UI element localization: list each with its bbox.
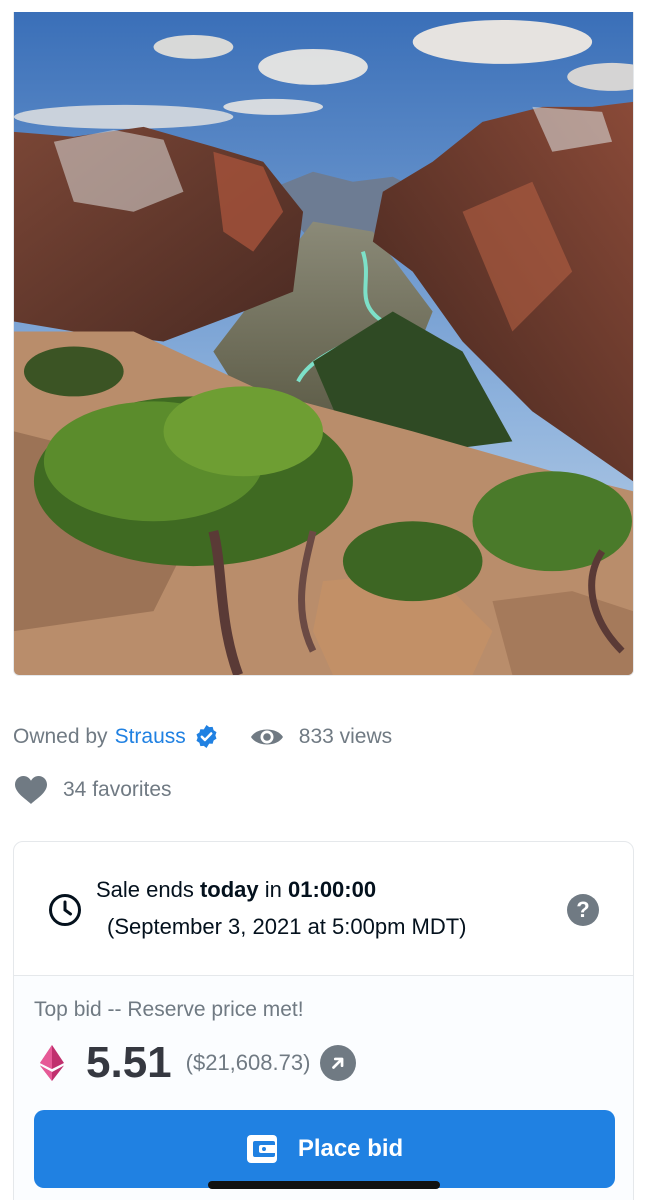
ethereum-icon bbox=[40, 1045, 64, 1081]
place-bid-label: Place bid bbox=[297, 1135, 404, 1162]
bid-price: 5.51 bbox=[86, 1038, 172, 1087]
home-indicator bbox=[208, 1181, 440, 1189]
place-bid-button[interactable]: Place bid bbox=[34, 1110, 615, 1188]
sale-today: today bbox=[199, 877, 259, 902]
sale-panel: Sale ends today in 01:00:00 (September 3… bbox=[13, 841, 634, 1200]
external-link-icon[interactable] bbox=[320, 1045, 357, 1081]
owned-by-label: Owned by bbox=[13, 724, 108, 748]
price-row: 5.51 ($21,608.73) bbox=[40, 1038, 357, 1088]
bid-price-usd: ($21,608.73) bbox=[185, 1050, 311, 1075]
verified-badge-icon bbox=[194, 724, 219, 749]
owner-link[interactable]: Strauss bbox=[115, 725, 186, 749]
clock-icon bbox=[49, 894, 81, 926]
top-bid-label: Top bid -- Reserve price met! bbox=[34, 998, 304, 1021]
help-icon[interactable]: ? bbox=[567, 894, 599, 926]
favorites-row[interactable]: 34 favorites bbox=[14, 775, 172, 805]
favorites-label: 34 favorites bbox=[63, 778, 172, 801]
eye-icon bbox=[250, 729, 283, 744]
views-count: 833 views bbox=[249, 725, 392, 749]
canyon-landscape-image bbox=[14, 12, 633, 675]
heart-icon[interactable] bbox=[14, 775, 48, 805]
nft-artwork[interactable] bbox=[13, 12, 634, 676]
wallet-icon bbox=[246, 1135, 277, 1163]
sale-ends-text: Sale ends today in 01:00:00 bbox=[96, 877, 377, 902]
countdown-timer: 01:00:00 bbox=[288, 877, 377, 902]
owner-row: Owned by Strauss 833 views bbox=[13, 724, 392, 749]
sale-timer-section: Sale ends today in 01:00:00 (September 3… bbox=[14, 842, 633, 976]
views-label: 833 views bbox=[298, 724, 393, 748]
sale-end-date: (September 3, 2021 at 5:00pm MDT) bbox=[107, 914, 467, 939]
